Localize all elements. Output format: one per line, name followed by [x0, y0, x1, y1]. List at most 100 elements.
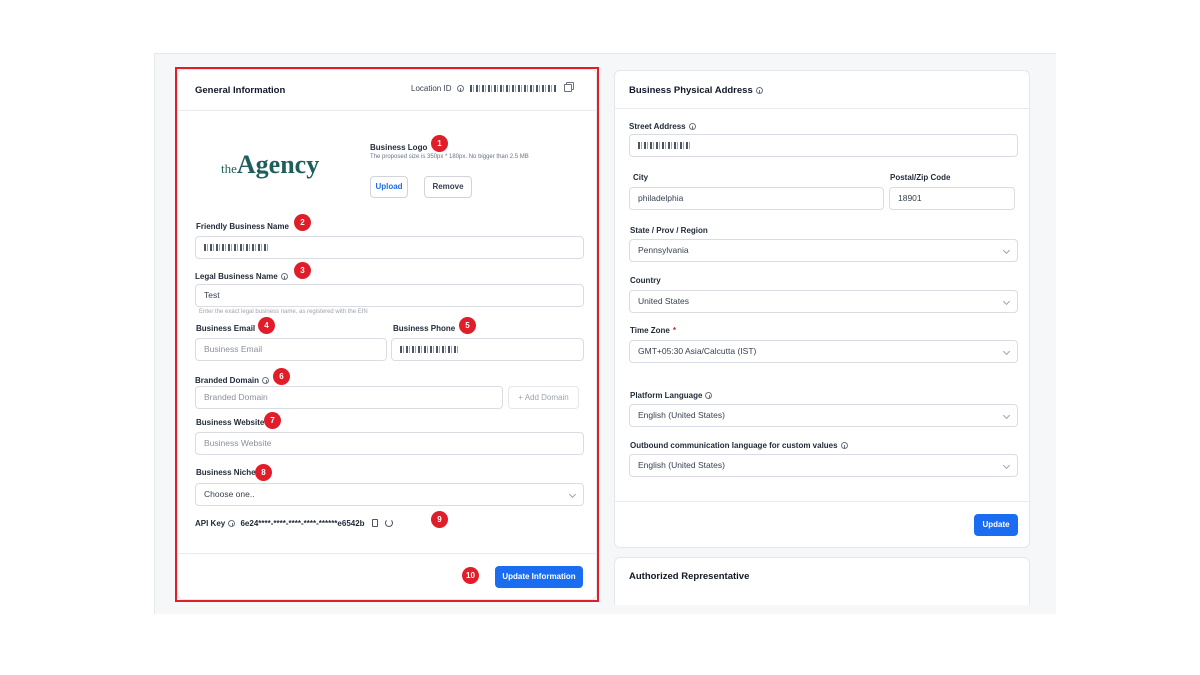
- business-email-input[interactable]: Business Email: [195, 338, 387, 361]
- postal-code-input[interactable]: 18901: [889, 187, 1015, 210]
- branded-domain-label-text: Branded Domain: [195, 376, 260, 385]
- outbound-language-label: Outbound communication language for cust…: [630, 441, 848, 450]
- business-website-label: Business Website: [196, 418, 265, 427]
- street-address-input[interactable]: [629, 134, 1018, 157]
- state-value: Pennsylvania: [638, 245, 689, 255]
- redacted-friendly-name: [204, 244, 268, 251]
- time-zone-label-text: Time Zone: [630, 326, 670, 335]
- business-website-input[interactable]: Business Website: [195, 432, 584, 455]
- step-badge-3: 3: [294, 262, 311, 279]
- card-header-divider: [178, 110, 598, 111]
- info-icon: [262, 377, 270, 384]
- outbound-language-select[interactable]: English (United States): [629, 454, 1018, 477]
- business-logo-label: Business Logo: [370, 143, 428, 152]
- card-footer-divider: [615, 501, 1031, 502]
- general-information-card: General Information Location ID theAgenc…: [177, 69, 598, 600]
- country-label: Country: [630, 276, 661, 285]
- time-zone-value: GMT+05:30 Asia/Calcutta (IST): [638, 346, 757, 356]
- legal-business-name-label-text: Legal Business Name: [195, 272, 278, 281]
- info-icon: [688, 123, 696, 130]
- business-niche-select[interactable]: Choose one..: [195, 483, 584, 506]
- business-phone-label: Business Phone: [393, 324, 456, 333]
- api-key-label: API Key: [195, 519, 226, 528]
- redacted-phone: [400, 346, 460, 353]
- physical-address-title: Business Physical Address: [629, 85, 763, 96]
- chevron-down-icon: [1002, 347, 1011, 356]
- chevron-down-icon: [1002, 246, 1011, 255]
- street-address-label-text: Street Address: [629, 122, 686, 131]
- step-badge-6: 6: [273, 368, 290, 385]
- info-icon: [280, 273, 288, 280]
- business-niche-label: Business Niche: [196, 468, 256, 477]
- update-information-button[interactable]: Update Information: [495, 566, 583, 588]
- step-badge-7: 7: [264, 412, 281, 429]
- step-badge-4: 4: [258, 317, 275, 334]
- upload-button[interactable]: Upload: [370, 176, 408, 198]
- outbound-language-value: English (United States): [638, 460, 725, 470]
- business-phone-input[interactable]: [391, 338, 584, 361]
- clipboard-icon[interactable]: [371, 519, 378, 527]
- business-physical-address-card: Business Physical Address Street Address…: [614, 70, 1031, 548]
- street-address-label: Street Address: [629, 122, 696, 131]
- refresh-icon[interactable]: [385, 519, 394, 527]
- update-button[interactable]: Update: [974, 514, 1018, 536]
- country-value: United States: [638, 296, 690, 306]
- info-icon: [228, 520, 236, 527]
- general-information-title: General Information: [195, 85, 286, 96]
- card-footer-divider: [178, 553, 598, 554]
- country-select[interactable]: United States: [629, 290, 1018, 313]
- card-header-divider: [615, 108, 1031, 109]
- chevron-down-icon: [1002, 461, 1011, 470]
- friendly-business-name-label: Friendly Business Name: [196, 222, 289, 231]
- info-icon: [456, 85, 464, 92]
- city-input[interactable]: philadelphia: [629, 187, 884, 210]
- physical-address-title-text: Business Physical Address: [629, 85, 753, 96]
- legal-business-name-hint: Enter the exact legal business name, as …: [199, 309, 368, 315]
- chevron-down-icon: [1002, 297, 1011, 306]
- platform-language-select[interactable]: English (United States): [629, 404, 1018, 427]
- chevron-down-icon: [1002, 411, 1011, 420]
- step-badge-10: 10: [462, 567, 479, 584]
- state-select[interactable]: Pennsylvania: [629, 239, 1018, 262]
- legal-business-name-input[interactable]: Test: [195, 284, 584, 307]
- chevron-down-icon: [568, 490, 577, 499]
- business-email-label: Business Email: [196, 324, 256, 333]
- logo-text-small: the: [221, 161, 237, 176]
- copy-icon[interactable]: [564, 84, 573, 92]
- redacted-location-id: [469, 85, 556, 92]
- step-badge-5: 5: [459, 317, 476, 334]
- platform-language-value: English (United States): [638, 410, 725, 420]
- info-icon: [755, 87, 763, 94]
- info-icon: [840, 442, 848, 449]
- time-zone-select[interactable]: GMT+05:30 Asia/Calcutta (IST): [629, 340, 1018, 363]
- legal-business-name-label: Legal Business Name: [195, 272, 288, 281]
- branded-domain-input[interactable]: Branded Domain: [195, 386, 503, 409]
- business-logo-hint: The proposed size is 350px * 180px. No b…: [370, 154, 529, 160]
- platform-language-label: Platform Language: [630, 391, 713, 400]
- api-key-value: 6e24****-****-****-****-******e6542b: [240, 519, 365, 528]
- authorized-representative-title: Authorized Representative: [629, 571, 750, 582]
- step-badge-2: 2: [294, 214, 311, 231]
- location-id-label: Location ID: [411, 84, 452, 93]
- state-label: State / Prov / Region: [630, 226, 708, 235]
- city-label: City: [633, 173, 649, 182]
- info-icon: [705, 392, 713, 399]
- outbound-language-label-text: Outbound communication language for cust…: [630, 441, 838, 450]
- api-key-row: API Key 6e24****-****-****-****-******e6…: [195, 519, 394, 528]
- postal-code-label: Postal/Zip Code: [890, 173, 951, 182]
- step-badge-8: 8: [255, 464, 272, 481]
- friendly-business-name-input[interactable]: [195, 236, 584, 259]
- platform-language-label-text: Platform Language: [630, 391, 703, 400]
- step-badge-9: 9: [431, 511, 448, 528]
- business-niche-value: Choose one..: [204, 489, 255, 499]
- agency-logo: theAgency: [221, 150, 319, 180]
- add-domain-button[interactable]: + Add Domain: [508, 386, 579, 409]
- redacted-street: [638, 142, 692, 149]
- remove-button[interactable]: Remove: [424, 176, 472, 198]
- time-zone-label: Time Zone *: [630, 326, 676, 335]
- authorized-representative-card: Authorized Representative: [614, 557, 1030, 605]
- required-marker: *: [672, 326, 676, 335]
- step-badge-1: 1: [431, 135, 448, 152]
- branded-domain-label: Branded Domain: [195, 376, 270, 385]
- screenshot-stage: General Information Location ID theAgenc…: [0, 0, 1200, 675]
